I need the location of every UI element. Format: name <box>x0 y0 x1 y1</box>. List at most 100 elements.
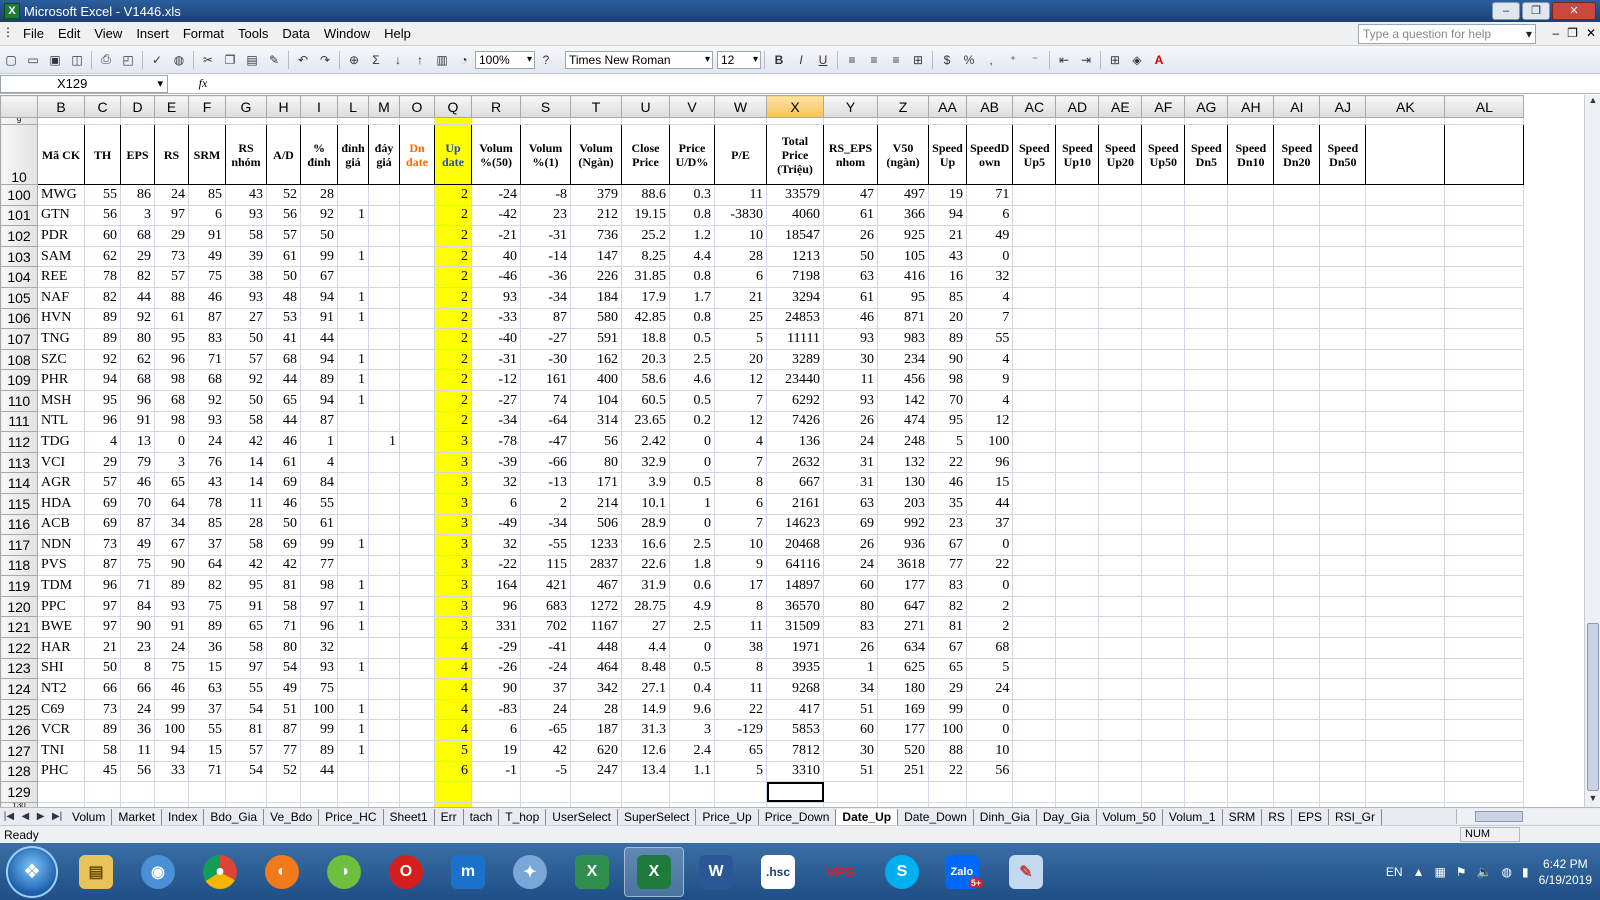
cell[interactable] <box>1273 225 1321 247</box>
cell[interactable] <box>1098 719 1143 742</box>
field-header-cell[interactable]: Volum (Ngàn) <box>570 124 622 185</box>
cell[interactable]: 62 <box>120 348 155 371</box>
cell[interactable] <box>1098 266 1143 288</box>
cell[interactable]: 8 <box>714 595 767 618</box>
cell[interactable] <box>1184 719 1229 742</box>
field-header-cell[interactable]: Speed Up20 <box>1098 124 1143 185</box>
row-header[interactable]: 126 <box>0 719 38 742</box>
autosum-icon[interactable]: Σ <box>366 50 386 70</box>
sheet-tab-volum[interactable]: Volum <box>66 808 113 825</box>
sheet-tab-srm[interactable]: SRM <box>1223 808 1263 825</box>
cell[interactable]: 51 <box>266 698 301 721</box>
cell[interactable]: 9268 <box>766 678 824 700</box>
cell[interactable] <box>1012 266 1057 288</box>
cell[interactable]: 6 <box>471 719 521 742</box>
cell[interactable] <box>1365 719 1446 742</box>
cell[interactable]: 19 <box>471 740 521 762</box>
cell[interactable]: 12 <box>714 410 767 433</box>
field-header-cell[interactable]: Price U/D% <box>669 124 715 185</box>
cell[interactable] <box>1227 554 1275 577</box>
merge-center-icon[interactable]: ⊞ <box>908 50 928 70</box>
cell[interactable]: 11 <box>714 678 767 700</box>
cell[interactable]: 38 <box>225 266 267 288</box>
sheet-tab-volum-50[interactable]: Volum_50 <box>1097 808 1163 825</box>
menu-view[interactable]: View <box>87 26 129 41</box>
cell[interactable] <box>1098 492 1143 515</box>
ask-question-input[interactable]: Type a question for help <box>1358 24 1536 44</box>
cell[interactable]: -31 <box>471 348 521 371</box>
cell[interactable] <box>520 781 571 803</box>
cell[interactable]: 14897 <box>766 575 824 597</box>
ticker-cell[interactable]: HDA <box>37 492 85 515</box>
cell[interactable] <box>368 554 400 577</box>
cell[interactable] <box>399 781 435 803</box>
ticker-cell[interactable]: PHC <box>37 760 85 783</box>
copy-icon[interactable]: ❐ <box>220 50 240 70</box>
cell[interactable]: 55 <box>965 328 1014 350</box>
cell[interactable]: 2.4 <box>669 740 715 762</box>
cell[interactable] <box>1227 389 1275 412</box>
cell[interactable] <box>1444 307 1525 330</box>
scroll-up-icon[interactable]: ▲ <box>1585 95 1600 109</box>
cell[interactable] <box>1184 348 1229 371</box>
cell[interactable] <box>1012 575 1057 597</box>
cell[interactable] <box>1055 513 1100 536</box>
cell[interactable]: 61 <box>266 451 301 474</box>
cell[interactable]: 92 <box>84 348 121 371</box>
cell[interactable] <box>1055 719 1100 742</box>
cell[interactable] <box>1098 410 1143 433</box>
cell[interactable] <box>1444 204 1525 227</box>
cell[interactable] <box>1055 698 1100 721</box>
cell[interactable]: 4 <box>714 431 767 453</box>
cell[interactable]: 61 <box>300 513 338 536</box>
cell[interactable] <box>1227 117 1275 125</box>
cell[interactable] <box>1319 760 1367 783</box>
row-header[interactable]: 10 <box>0 124 38 185</box>
cell[interactable]: 11 <box>823 369 878 391</box>
cell[interactable] <box>1184 616 1229 639</box>
cell[interactable] <box>1273 760 1321 783</box>
undo-icon[interactable]: ↶ <box>293 50 313 70</box>
cell[interactable]: 57 <box>266 225 301 247</box>
cell[interactable]: 89 <box>300 369 338 391</box>
cell[interactable]: 1 <box>337 307 369 330</box>
cell[interactable] <box>337 760 369 783</box>
cell[interactable]: 27 <box>225 307 267 330</box>
cell[interactable]: 68 <box>266 348 301 371</box>
cell[interactable] <box>570 781 622 803</box>
cell[interactable]: -8 <box>520 184 571 206</box>
cell[interactable] <box>1319 431 1367 453</box>
cell[interactable] <box>1273 431 1321 453</box>
cell[interactable]: 36 <box>188 637 226 659</box>
cell[interactable]: 11 <box>714 616 767 639</box>
cell[interactable]: 28 <box>225 513 267 536</box>
cell[interactable]: 95 <box>225 575 267 597</box>
cell[interactable]: 22 <box>714 698 767 721</box>
cell[interactable]: 1272 <box>570 595 622 618</box>
cell[interactable]: 27.1 <box>621 678 670 700</box>
cell[interactable]: 93 <box>823 328 878 350</box>
cell[interactable] <box>1273 595 1321 618</box>
cell[interactable] <box>1227 225 1275 247</box>
cell[interactable] <box>225 117 267 125</box>
cell[interactable]: 379 <box>570 184 622 206</box>
cell[interactable]: 164 <box>471 575 521 597</box>
cell[interactable]: 49 <box>965 225 1014 247</box>
cell[interactable]: -42 <box>471 204 521 227</box>
cell[interactable] <box>368 266 400 288</box>
sheet-tab-err[interactable]: Err <box>435 808 464 825</box>
cell[interactable]: 0.6 <box>669 575 715 597</box>
cell[interactable] <box>368 595 400 618</box>
cell[interactable]: 69 <box>823 513 878 536</box>
cell[interactable] <box>1319 225 1367 247</box>
cell[interactable] <box>37 117 85 125</box>
sheet-tab-market[interactable]: Market <box>112 808 163 825</box>
cell[interactable] <box>1227 513 1275 536</box>
cell[interactable]: 3310 <box>766 760 824 783</box>
cell[interactable] <box>1055 575 1100 597</box>
cell[interactable]: 24 <box>188 431 226 453</box>
cell[interactable] <box>1273 266 1321 288</box>
cell[interactable]: 3 <box>120 204 155 227</box>
cell[interactable] <box>84 117 121 125</box>
cell[interactable]: 29 <box>928 678 967 700</box>
